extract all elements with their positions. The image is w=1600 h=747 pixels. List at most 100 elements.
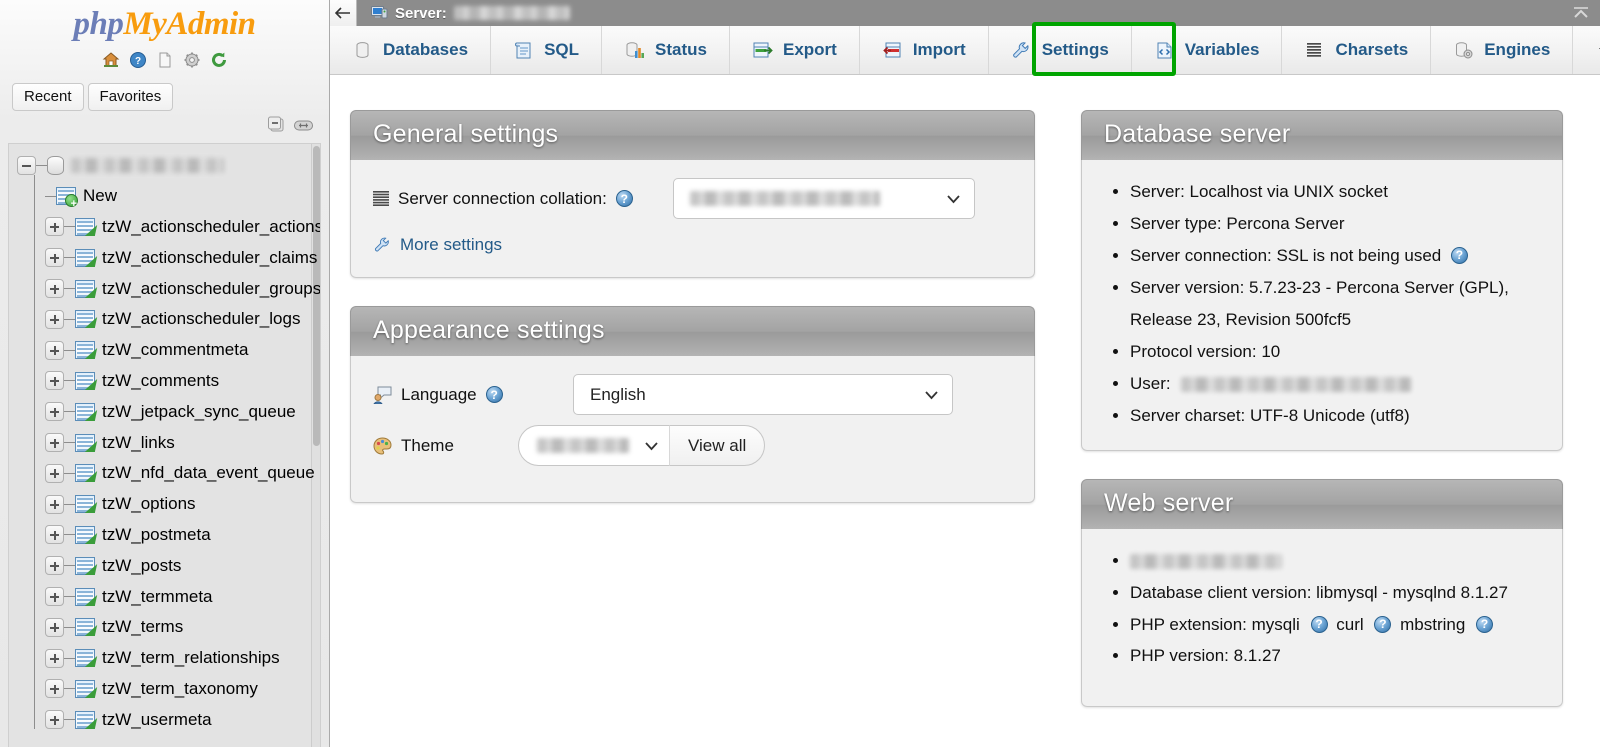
expand-table-icon[interactable] bbox=[45, 433, 64, 453]
more-settings-link[interactable]: More settings bbox=[373, 235, 1012, 255]
phpmyadmin-logo[interactable]: phpMyAdmin bbox=[0, 0, 329, 43]
expand-table-icon[interactable] bbox=[45, 340, 64, 360]
tab-label: Databases bbox=[383, 40, 469, 59]
tab-databases[interactable]: Databases bbox=[330, 26, 492, 74]
reload-icon[interactable] bbox=[210, 51, 228, 69]
tree-node-table[interactable]: tzW_usermeta bbox=[9, 704, 320, 735]
chevron-down-icon bbox=[924, 387, 939, 402]
tree-connector bbox=[64, 626, 75, 628]
help-icon[interactable] bbox=[1374, 615, 1392, 633]
tree-connector bbox=[45, 195, 56, 197]
server-breadcrumb: Server: bbox=[371, 5, 570, 22]
list-item: Server charset: UTF-8 Unicode (utf8) bbox=[1130, 400, 1540, 432]
tab-import[interactable]: Import bbox=[860, 26, 989, 74]
link-with-main-panel-icon[interactable] bbox=[294, 119, 313, 137]
tree-connector bbox=[64, 288, 75, 290]
tree-item-label: tzW_postmeta bbox=[102, 524, 211, 544]
tree-node-table[interactable]: tzW_actionscheduler_actions bbox=[9, 212, 320, 243]
help-icon[interactable] bbox=[1310, 615, 1328, 633]
expand-table-icon[interactable] bbox=[45, 402, 64, 422]
collation-select[interactable] bbox=[673, 178, 975, 219]
tree-node-table[interactable]: tzW_actionscheduler_groups bbox=[9, 273, 320, 304]
charsets-lines-icon bbox=[1304, 41, 1325, 60]
home-icon[interactable] bbox=[102, 51, 120, 69]
tree-node-table[interactable]: tzW_postmeta bbox=[9, 520, 320, 551]
tab-sql[interactable]: SQL bbox=[491, 26, 603, 74]
expand-table-icon[interactable] bbox=[45, 309, 64, 329]
help-icon[interactable] bbox=[485, 386, 503, 403]
help-icon[interactable] bbox=[1476, 615, 1494, 633]
tree-node-table[interactable]: tzW_terms bbox=[9, 612, 320, 643]
settings-gear-icon[interactable] bbox=[183, 51, 201, 69]
tree-node-table[interactable]: tzW_termmeta bbox=[9, 581, 320, 612]
web-server-list: Database client version: libmysql - mysq… bbox=[1104, 545, 1540, 673]
favorites-tab[interactable]: Favorites bbox=[87, 83, 174, 111]
theme-row: Theme View all bbox=[373, 425, 1012, 466]
tab-label: Settings bbox=[1041, 40, 1109, 59]
database-server-list: Server: Localhost via UNIX socket Server… bbox=[1104, 176, 1540, 432]
help-icon[interactable] bbox=[1450, 246, 1468, 264]
tab-variables[interactable]: Variables bbox=[1132, 26, 1283, 74]
doc-icon[interactable] bbox=[156, 51, 174, 69]
theme-label-text: Theme bbox=[401, 435, 454, 455]
tree-node-new[interactable]: New bbox=[9, 181, 320, 212]
expand-table-icon[interactable] bbox=[45, 494, 64, 514]
info-text: Database client version: libmysql - mysq… bbox=[1130, 582, 1508, 602]
help-icon[interactable] bbox=[615, 190, 633, 207]
tree-item-label: tzW_nfd_data_event_queue bbox=[102, 463, 315, 483]
web-server-name-redacted bbox=[1130, 553, 1282, 569]
expand-table-icon[interactable] bbox=[45, 217, 64, 237]
tree-item-label: tzW_links bbox=[102, 432, 175, 452]
expand-table-icon[interactable] bbox=[45, 648, 64, 668]
collapse-database-icon[interactable] bbox=[17, 155, 36, 175]
database-tree: New tzW_actionscheduler_actions tzW_acti… bbox=[8, 143, 321, 747]
chevron-down-icon bbox=[946, 191, 961, 206]
tree-node-database[interactable] bbox=[9, 150, 320, 181]
tree-item-label: tzW_actionscheduler_groups bbox=[102, 278, 321, 298]
expand-table-icon[interactable] bbox=[45, 248, 64, 268]
expand-table-icon[interactable] bbox=[45, 525, 64, 545]
tree-node-table[interactable]: tzW_actionscheduler_logs bbox=[9, 304, 320, 335]
expand-table-icon[interactable] bbox=[45, 617, 64, 637]
tree-node-table[interactable]: tzW_commentmeta bbox=[9, 335, 320, 366]
help-icon[interactable]: ? bbox=[129, 51, 147, 69]
table-icon bbox=[75, 217, 98, 236]
expand-table-icon[interactable] bbox=[45, 710, 64, 730]
tab-status[interactable]: Status bbox=[602, 26, 730, 74]
tab-engines[interactable]: Engines bbox=[1431, 26, 1574, 74]
tree-node-table[interactable]: tzW_links bbox=[9, 427, 320, 458]
tab-charsets[interactable]: Charsets bbox=[1282, 26, 1432, 74]
theme-select[interactable] bbox=[518, 425, 670, 466]
expand-table-icon[interactable] bbox=[45, 371, 64, 391]
tab-more[interactable]: M bbox=[1573, 26, 1600, 74]
tree-toolbar bbox=[0, 111, 329, 139]
table-icon bbox=[75, 402, 98, 421]
view-all-themes-button[interactable]: View all bbox=[670, 425, 766, 466]
tree-item-label: tzW_jetpack_sync_queue bbox=[102, 401, 296, 421]
tab-export[interactable]: Export bbox=[730, 26, 860, 74]
tree-node-table[interactable]: tzW_options bbox=[9, 489, 320, 520]
recent-tab[interactable]: Recent bbox=[12, 83, 84, 111]
collapse-all-icon[interactable] bbox=[267, 116, 287, 140]
tree-connector bbox=[64, 565, 75, 567]
tab-label: Status bbox=[655, 40, 707, 59]
tree-node-table[interactable]: tzW_nfd_data_event_queue bbox=[9, 458, 320, 489]
tab-settings[interactable]: Settings bbox=[989, 26, 1132, 74]
expand-table-icon[interactable] bbox=[45, 556, 64, 576]
tree-node-table[interactable]: tzW_term_relationships bbox=[9, 643, 320, 674]
tree-node-table[interactable]: tzW_comments bbox=[9, 366, 320, 397]
expand-table-icon[interactable] bbox=[45, 587, 64, 607]
collapse-topbar-icon[interactable] bbox=[1570, 0, 1592, 26]
expand-table-icon[interactable] bbox=[45, 463, 64, 483]
info-text: Server charset: UTF-8 Unicode (utf8) bbox=[1130, 405, 1410, 425]
tree-connector bbox=[64, 688, 75, 690]
expand-table-icon[interactable] bbox=[45, 279, 64, 299]
tree-node-table[interactable]: tzW_actionscheduler_claims bbox=[9, 242, 320, 273]
tree-node-table[interactable]: tzW_term_taxonomy bbox=[9, 674, 320, 705]
back-button[interactable] bbox=[330, 0, 357, 26]
expand-table-icon[interactable] bbox=[45, 679, 64, 699]
language-select[interactable]: English bbox=[573, 374, 953, 415]
tree-node-table[interactable]: tzW_posts bbox=[9, 550, 320, 581]
tree-node-table[interactable]: tzW_jetpack_sync_queue bbox=[9, 396, 320, 427]
table-icon bbox=[75, 433, 98, 452]
